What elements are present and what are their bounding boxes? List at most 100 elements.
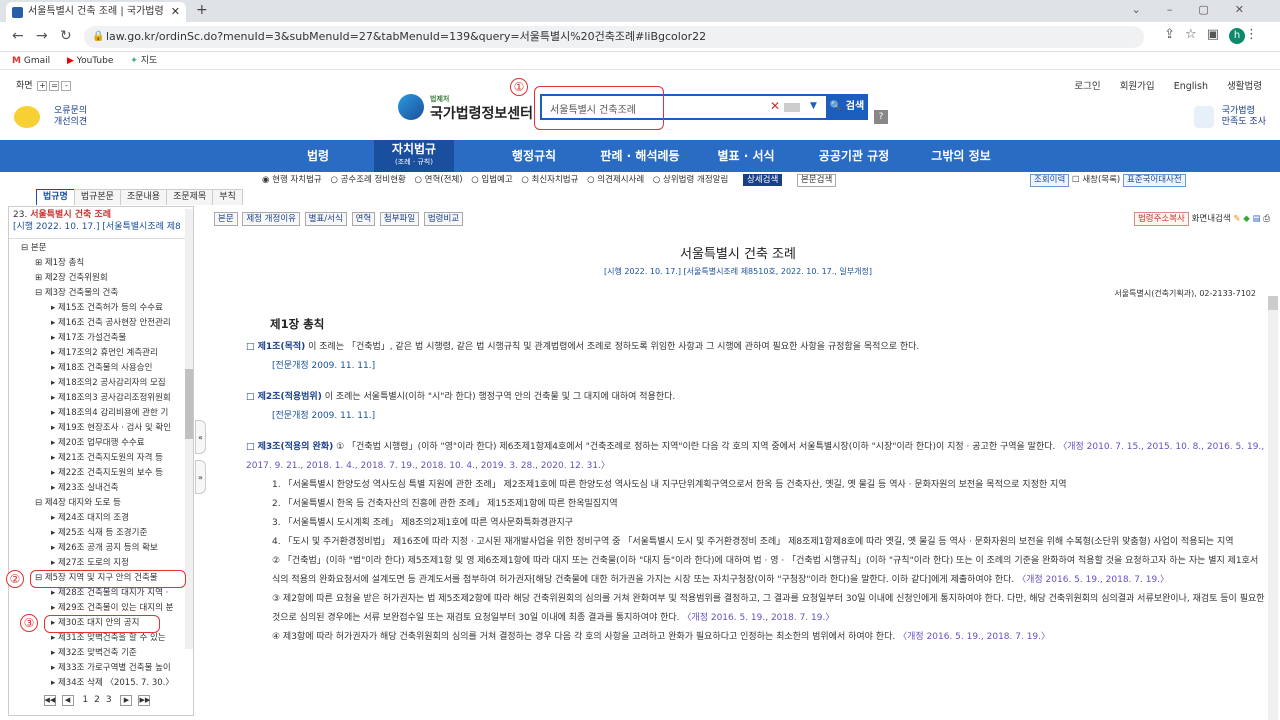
sidebar-icon[interactable]: ▣ (1207, 27, 1229, 42)
english-link[interactable]: English (1174, 81, 1208, 92)
signup-link[interactable]: 회원가입 (1120, 81, 1155, 92)
toc-item[interactable]: ▸ 제20조 업무대행 수수료 (9, 436, 183, 451)
toc-item[interactable]: ▸ 제32조 맞벽건축 기준 (9, 646, 183, 661)
new-window-checkbox[interactable]: ☐ 새창(목록) (1072, 175, 1120, 185)
find-in-page-button[interactable]: 화면내검색 (1192, 214, 1231, 224)
toc-item[interactable]: ▸ 제29조 건축물이 있는 대지의 분 (9, 601, 183, 616)
nav-tables-forms[interactable]: 별표 · 서식 (706, 140, 786, 172)
star-icon[interactable]: ☆ (1185, 27, 1207, 42)
toc-item[interactable]: ▸ 제27조 도로의 지정 (9, 556, 183, 571)
close-tab-icon[interactable]: ✕ (171, 2, 180, 22)
search-help-button[interactable]: ? (874, 110, 888, 124)
toc-item[interactable]: ⊟ 제3장 건축물의 건축 (9, 286, 183, 301)
keyboard-icon[interactable] (784, 103, 800, 112)
toc-item[interactable]: ▸ 제24조 대지의 조경 (9, 511, 183, 526)
save-icon[interactable]: ▤ (1252, 214, 1260, 224)
pager-first[interactable]: ◀◀ (43, 695, 56, 706)
reload-icon[interactable]: ↻ (60, 28, 72, 44)
toc-item[interactable]: ▸ 제19조 현장조사 · 검사 및 확인 (9, 421, 183, 436)
toc-item[interactable]: ▸ 제28조 건축물의 대지가 지역 · (9, 586, 183, 601)
nav-other-info[interactable]: 그밖의 정보 (918, 140, 1004, 172)
bookmark-icon[interactable]: ◆ (1243, 214, 1250, 224)
toc-item[interactable]: ⊟ 본문 (9, 241, 183, 256)
toc-item[interactable]: ▸ 제31조 맞벽건축을 할 수 있는 (9, 631, 183, 646)
forward-icon[interactable]: → (36, 28, 48, 44)
toc-item[interactable]: ▸ 제18조의2 공사감리자의 모집 (9, 376, 183, 391)
tab-article-title[interactable]: 조문제목 (166, 189, 214, 205)
toolbar-body[interactable]: 본문 (214, 212, 238, 226)
tab-article-content[interactable]: 조문내용 (119, 189, 168, 205)
expand-left-button[interactable]: » (195, 460, 206, 494)
nav-public-rules[interactable]: 공공기관 규정 (804, 140, 904, 172)
pager-last[interactable]: ▶▶ (138, 695, 151, 706)
toc-item[interactable]: ▸ 제22조 건축지도원의 보수 등 (9, 466, 183, 481)
new-tab-button[interactable]: + (196, 2, 208, 18)
filter-preannounce[interactable]: ○ 입법예고 (471, 175, 512, 185)
detail-search-button[interactable]: 상세검색 (743, 174, 783, 186)
window-controls[interactable]: ⌄–▢✕ (1132, 3, 1270, 16)
toolbar-attachments[interactable]: 첨부파일 (379, 212, 420, 226)
filter-parent-law[interactable]: ○ 상위법령 개정알림 (653, 175, 728, 185)
article-2-head[interactable]: □ 제2조(적용범위) (246, 392, 322, 402)
bookmark-gmail[interactable]: M Gmail (12, 56, 50, 66)
filter-public-maint[interactable]: ○ 공수조례 정비현황 (330, 175, 405, 185)
filter-latest[interactable]: ○ 최신자치법규 (521, 175, 578, 185)
login-link[interactable]: 로그인 (1074, 81, 1100, 92)
pager-page-3[interactable]: 3 (106, 695, 112, 705)
search-button[interactable]: 🔍 검색 (826, 94, 868, 120)
toc-item[interactable]: ▸ 제34조 삭제 〈2015. 7. 30.〉 (9, 676, 183, 691)
toc-item[interactable]: ▸ 제26조 공개 공지 등의 확보 (9, 541, 183, 556)
url-field[interactable]: 🔒 law.go.kr/ordinSc.do?menuId=3&subMenuI… (84, 26, 1144, 48)
back-icon[interactable]: ← (12, 28, 24, 44)
highlight-icon[interactable]: ✎ (1233, 214, 1240, 224)
toc-item[interactable]: ⊞ 제1장 총칙 (9, 256, 183, 271)
feedback-link[interactable]: 오류문의 개선의견 (14, 106, 87, 128)
pager-page-1[interactable]: 1 (82, 695, 88, 705)
browser-actions[interactable]: ⇪☆▣ h ⋮ (1164, 27, 1268, 44)
tab-addenda[interactable]: 부칙 (212, 189, 243, 205)
toc-item[interactable]: ▸ 제18조의4 감리비용에 관한 기 (9, 406, 183, 421)
filter-opinion[interactable]: ○ 의견제시사례 (587, 175, 644, 185)
site-logo[interactable]: 법제처 국가법령정보센터 (398, 92, 533, 122)
left-law-title[interactable]: 서울특별시 건축 조례 (30, 210, 111, 220)
toc-item[interactable]: ▸ 제17조의2 휴먼인 계측관리 (9, 346, 183, 361)
article-3-head[interactable]: □ 제3조(적용의 완화) (246, 442, 333, 452)
history-button[interactable]: 조회이력 (1030, 174, 1070, 187)
toc-item[interactable]: ⊞ 제2장 건축위원회 (9, 271, 183, 286)
toolbar-reason[interactable]: 제정 개정이유 (242, 212, 300, 226)
content-scroll-thumb[interactable] (1268, 296, 1278, 310)
zoom-in-button[interactable]: + (37, 81, 48, 91)
copy-address-button[interactable]: 법령주소복사 (1133, 212, 1189, 226)
article-1-head[interactable]: □ 제1조(목적) (246, 342, 305, 352)
print-icon[interactable]: ⎙ (1263, 214, 1270, 224)
toc-item[interactable]: ▸ 제33조 가로구역별 건축물 높이 (9, 661, 183, 676)
search-dropdown-icon[interactable]: ▼ (810, 101, 817, 111)
nav-local-laws[interactable]: 자치법규 (조례 · 규칙) (374, 140, 454, 172)
content-scrollbar[interactable] (1268, 296, 1278, 720)
tab-law-name[interactable]: 법규명 (36, 189, 75, 205)
bookmark-maps[interactable]: ✦ 지도 (130, 56, 157, 66)
toc-item[interactable]: ⊟ 제4장 대지와 도로 등 (9, 496, 183, 511)
pager-page-2[interactable]: 2 (94, 695, 100, 705)
zoom-reset-button[interactable]: = (49, 81, 60, 91)
share-icon[interactable]: ⇪ (1164, 27, 1185, 42)
toc-item[interactable]: ▸ 제25조 식재 등 조경기준 (9, 526, 183, 541)
left-scroll-thumb[interactable] (185, 369, 193, 439)
profile-avatar[interactable]: h (1229, 28, 1245, 44)
filter-current[interactable]: ◉ 현행 자치법규 (262, 175, 322, 185)
life-law-link[interactable]: 생활법령 (1227, 81, 1262, 92)
nav-laws[interactable]: 법령 (282, 140, 354, 172)
toolbar-compare[interactable]: 법령비교 (423, 212, 464, 226)
clear-search-icon[interactable]: ✕ (770, 99, 780, 113)
browser-tab[interactable]: 서울특별시 건축 조례 | 국가법령 ✕ (6, 2, 186, 22)
survey-link[interactable]: 국가법령 만족도 조사 (1193, 106, 1266, 128)
bookmark-youtube[interactable]: ▶ YouTube (67, 56, 113, 66)
pager-next[interactable]: ▶ (120, 695, 133, 706)
pager-prev[interactable]: ◀ (61, 695, 74, 706)
toolbar-forms[interactable]: 별표/서식 (304, 212, 347, 226)
toc-item[interactable]: ▸ 제21조 건축지도원의 자격 등 (9, 451, 183, 466)
toc-item[interactable]: ▸ 제18조의3 공사감리조정위원회 (9, 391, 183, 406)
menu-icon[interactable]: ⋮ (1245, 27, 1268, 42)
main-search-button[interactable]: 본문검색 (796, 174, 837, 187)
toolbar-history[interactable]: 연혁 (351, 212, 376, 226)
